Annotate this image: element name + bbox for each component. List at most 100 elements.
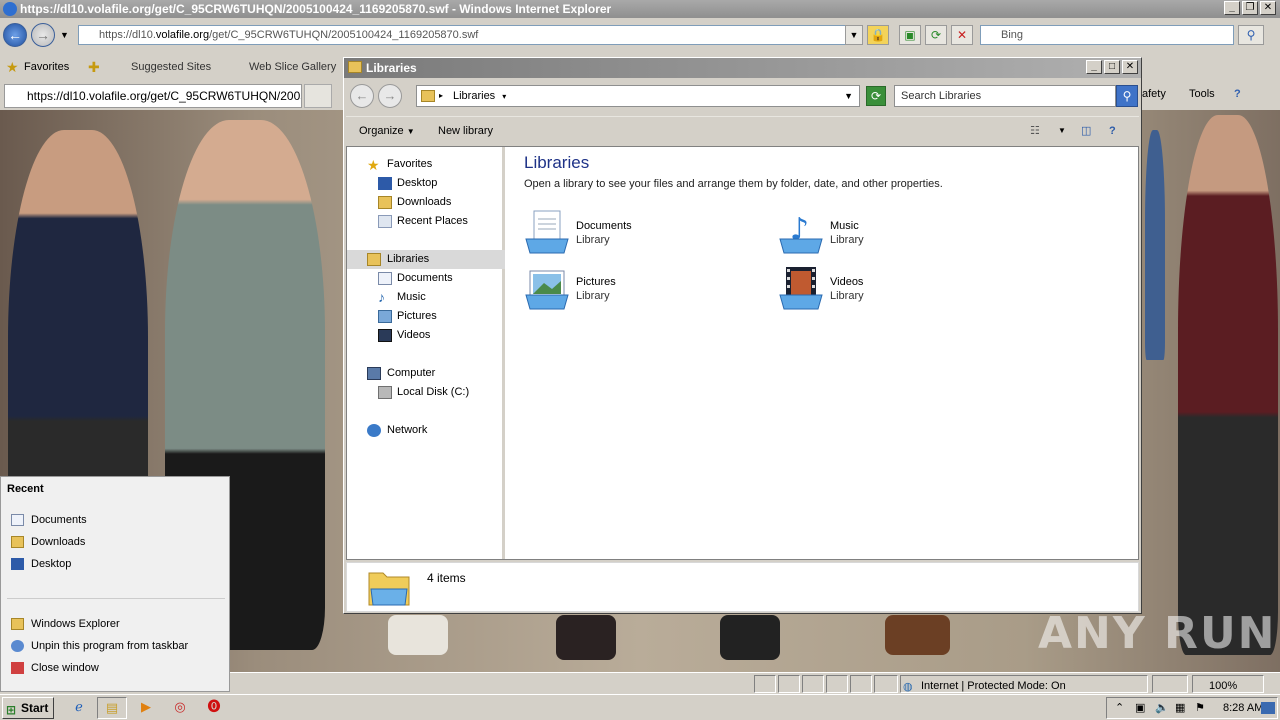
back-button[interactable]: ←: [3, 23, 27, 47]
organize-menu[interactable]: Organize ▼: [359, 117, 415, 146]
preview-pane-icon[interactable]: ◫: [1081, 117, 1091, 145]
library-documents[interactable]: Documents Library: [524, 209, 764, 259]
add-favorite-icon[interactable]: ✚: [88, 55, 100, 79]
tray-app-icon[interactable]: ▣: [1135, 698, 1145, 718]
media-player-taskbar-icon[interactable]: ▶: [131, 697, 161, 719]
tray-expand-icon[interactable]: ⌃: [1115, 698, 1124, 718]
network-tray-icon[interactable]: ▦: [1175, 698, 1185, 718]
explorer-maximize-button[interactable]: □: [1104, 60, 1120, 74]
library-type: Library: [830, 234, 864, 246]
safety-menu[interactable]: afety: [1142, 84, 1166, 104]
nav-documents[interactable]: Documents: [347, 269, 505, 288]
zoom-control[interactable]: 100%: [1192, 675, 1264, 693]
tools-menu[interactable]: Tools: [1189, 84, 1215, 104]
explorer-back-button[interactable]: ←: [350, 84, 374, 108]
library-music[interactable]: ♪ Music Library: [778, 209, 1018, 259]
nav-music[interactable]: ♪ Music: [347, 288, 505, 307]
lock-icon[interactable]: 🔒: [867, 25, 889, 45]
suggested-sites-link[interactable]: Suggested Sites: [131, 55, 211, 79]
documents-library-icon: [525, 210, 569, 254]
path-separator-icon[interactable]: ▸: [439, 86, 443, 106]
address-host: volafile.org: [155, 29, 210, 41]
explorer-search-icon[interactable]: ⚲: [1116, 85, 1138, 107]
nav-label: Network: [387, 424, 428, 436]
chrome-taskbar-icon[interactable]: ◎: [165, 697, 195, 719]
nav-pictures[interactable]: Pictures: [347, 307, 505, 326]
explorer-taskbar-icon[interactable]: ▤: [97, 697, 127, 719]
jump-task-unpin[interactable]: Unpin this program from taskbar: [11, 637, 188, 655]
jump-recent-downloads[interactable]: Downloads: [11, 533, 85, 551]
close-button[interactable]: ✕: [1260, 1, 1276, 15]
address-dropdown-icon[interactable]: ▼: [845, 25, 863, 45]
clock[interactable]: 8:28 AM: [1223, 698, 1263, 718]
address-history-dropdown-icon[interactable]: ▼: [844, 86, 853, 106]
nav-local-disk[interactable]: Local Disk (C:): [347, 383, 505, 402]
libraries-title-icon: [348, 61, 362, 73]
explorer-minimize-button[interactable]: _: [1086, 60, 1102, 74]
security-zone[interactable]: ◍ Internet | Protected Mode: On: [900, 675, 1148, 693]
address-path: /get/C_95CRW6TUHQN/2005100424_1169205870…: [209, 29, 479, 41]
start-button[interactable]: ⊞ Start: [2, 697, 54, 719]
libraries-path-icon: [421, 90, 435, 102]
view-options-dropdown-icon[interactable]: ▼: [1058, 117, 1066, 145]
nav-downloads[interactable]: Downloads: [347, 193, 505, 212]
explorer-close-button[interactable]: ✕: [1122, 60, 1138, 74]
music-icon: ♪: [378, 289, 385, 305]
opera-taskbar-icon[interactable]: ⓿: [199, 697, 229, 719]
explorer-address-bar[interactable]: ▸ Libraries ▾ ▼: [416, 85, 860, 107]
restore-button[interactable]: ❐: [1242, 1, 1258, 15]
nav-libraries[interactable]: Libraries: [347, 250, 505, 269]
security-zone-text: Internet | Protected Mode: On: [921, 680, 1066, 692]
recent-places-icon: [378, 215, 392, 228]
explorer-search-input[interactable]: Search Libraries: [894, 85, 1116, 107]
refresh-icon[interactable]: ⟳: [925, 25, 947, 45]
nav-favorites[interactable]: ★ Favorites: [347, 155, 505, 174]
jump-task-windows-explorer[interactable]: Windows Explorer: [11, 615, 120, 633]
stop-icon[interactable]: ✕: [951, 25, 973, 45]
ie-search-input[interactable]: Bing: [980, 25, 1234, 45]
explorer-forward-button[interactable]: →: [378, 84, 402, 108]
volume-icon[interactable]: 🔈: [1155, 698, 1169, 718]
nav-network[interactable]: Network: [347, 421, 505, 440]
status-cell: [754, 675, 776, 693]
recent-pages-dropdown-icon[interactable]: ▼: [60, 30, 69, 40]
photo-shoes-black: [556, 615, 616, 660]
jump-recent-desktop[interactable]: Desktop: [11, 555, 71, 573]
nav-label: Recent Places: [397, 215, 468, 227]
jump-task-close-window[interactable]: Close window: [11, 659, 99, 677]
favorites-button[interactable]: Favorites: [24, 55, 69, 79]
library-videos[interactable]: Videos Library: [778, 265, 1018, 315]
nav-label: Documents: [397, 272, 453, 284]
explorer-title-bar[interactable]: Libraries _ □ ✕: [344, 58, 1141, 78]
minimize-button[interactable]: _: [1224, 1, 1240, 15]
status-cell: [850, 675, 872, 693]
change-view-icon[interactable]: ☷: [1030, 117, 1040, 145]
show-desktop-icon[interactable]: [1261, 702, 1275, 714]
nav-recent-places[interactable]: Recent Places: [347, 212, 505, 231]
library-pictures[interactable]: Pictures Library: [524, 265, 764, 315]
address-bar[interactable]: https://dl10.volafile.org/get/C_95CRW6TU…: [78, 25, 863, 45]
help-icon[interactable]: ?: [1234, 84, 1241, 104]
forward-button[interactable]: →: [31, 23, 55, 47]
new-library-button[interactable]: New library: [438, 117, 493, 145]
path-segment-libraries[interactable]: Libraries: [453, 90, 495, 102]
explorer-window: Libraries _ □ ✕ ← → ▸ Libraries ▾ ▼ ⟳ Se…: [343, 57, 1142, 614]
nav-videos[interactable]: Videos: [347, 326, 505, 345]
path-dropdown-icon[interactable]: ▾: [498, 92, 506, 101]
search-icon[interactable]: ⚲: [1238, 25, 1264, 45]
web-slice-gallery-link[interactable]: Web Slice Gallery: [249, 55, 336, 79]
ie-tab-active[interactable]: https://dl10.volafile.org/get/C_95CRW6TU…: [4, 84, 302, 108]
nav-computer[interactable]: Computer: [347, 364, 505, 383]
library-name: Videos: [830, 276, 864, 288]
jump-recent-documents[interactable]: Documents: [11, 511, 87, 529]
compatibility-icon[interactable]: ▣: [899, 25, 921, 45]
action-center-flag-icon[interactable]: ⚑: [1195, 698, 1205, 718]
new-tab-button[interactable]: [304, 84, 332, 108]
zoom-level: 100%: [1209, 680, 1238, 692]
explorer-help-icon[interactable]: ?: [1109, 117, 1116, 145]
explorer-refresh-icon[interactable]: ⟳: [866, 86, 886, 106]
protected-mode-icon[interactable]: [1152, 675, 1188, 693]
ie-taskbar-icon[interactable]: ℯ: [64, 697, 94, 719]
nav-desktop[interactable]: Desktop: [347, 174, 505, 193]
library-name: Music: [830, 220, 859, 232]
